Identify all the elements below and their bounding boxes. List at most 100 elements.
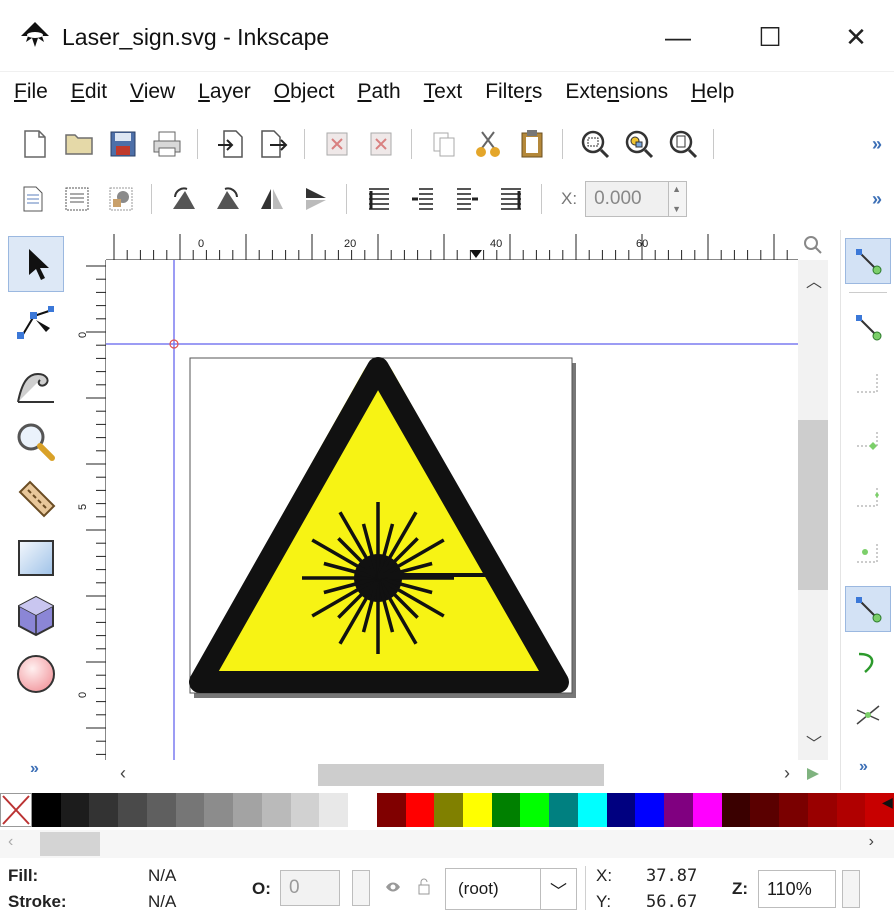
- menu-item[interactable]: View: [130, 80, 175, 104]
- color-swatch[interactable]: [779, 793, 808, 827]
- horizontal-scroll-thumb[interactable]: [318, 764, 604, 786]
- menu-item[interactable]: Object: [274, 80, 335, 104]
- menu-item[interactable]: Text: [424, 80, 463, 104]
- x-coordinate-input[interactable]: 0.000: [585, 181, 670, 217]
- raise-icon[interactable]: [402, 179, 444, 219]
- palette-scroll-thumb[interactable]: [40, 832, 100, 856]
- ellipse-tool-icon[interactable]: [8, 646, 64, 702]
- zoom-corner-icon[interactable]: [802, 234, 824, 256]
- snap-bbox-midpoints-icon[interactable]: [845, 474, 891, 520]
- zoom-page-icon[interactable]: [662, 124, 704, 164]
- selector-tool-icon[interactable]: [8, 236, 64, 292]
- menu-item[interactable]: Help: [691, 80, 734, 104]
- vertical-scroll-thumb[interactable]: [798, 420, 828, 590]
- tweak-tool-icon[interactable]: [8, 358, 64, 414]
- zoom-input[interactable]: 110%: [758, 870, 836, 908]
- rotate-cw-icon[interactable]: [207, 179, 249, 219]
- color-swatch[interactable]: [204, 793, 234, 827]
- color-swatch[interactable]: [89, 793, 119, 827]
- menu-item[interactable]: Filters: [485, 80, 542, 104]
- color-swatch[interactable]: [549, 793, 578, 827]
- rectangle-tool-icon[interactable]: [8, 530, 64, 586]
- menu-item[interactable]: Extensions: [565, 80, 668, 104]
- menu-item[interactable]: Edit: [71, 80, 107, 104]
- color-swatch[interactable]: [261, 793, 291, 827]
- color-swatch[interactable]: [175, 793, 205, 827]
- scroll-right-icon[interactable]: ›: [784, 763, 790, 784]
- vertical-scrollbar[interactable]: ︿ ﹀: [798, 260, 828, 760]
- color-swatch[interactable]: [60, 793, 90, 827]
- color-swatch[interactable]: [32, 793, 61, 827]
- minimize-button[interactable]: —: [648, 12, 708, 62]
- color-swatch[interactable]: [577, 793, 607, 827]
- snap-bbox-centers-icon[interactable]: [845, 530, 891, 576]
- palette-scroll-right-icon[interactable]: ›: [869, 833, 874, 851]
- toolbar-overflow-button[interactable]: »: [872, 189, 882, 210]
- stroke-value[interactable]: N/A: [148, 892, 176, 912]
- snap-path-intersections-icon[interactable]: [845, 692, 891, 738]
- color-swatch[interactable]: [233, 793, 262, 827]
- select-all-layers-icon[interactable]: [56, 179, 98, 219]
- color-swatch[interactable]: [348, 793, 377, 827]
- close-button[interactable]: ✕: [826, 12, 886, 62]
- color-swatch[interactable]: [118, 793, 147, 827]
- cut-icon[interactable]: [467, 124, 509, 164]
- opacity-spinner[interactable]: [352, 870, 370, 906]
- zoom-drawing-icon[interactable]: [618, 124, 660, 164]
- zoom-tool-icon[interactable]: [8, 414, 64, 470]
- color-swatch[interactable]: [750, 793, 780, 827]
- snap-nodes-icon[interactable]: [845, 586, 891, 632]
- color-swatch[interactable]: [376, 793, 406, 827]
- scroll-up-icon[interactable]: ︿: [806, 268, 822, 292]
- snap-bbox-icon[interactable]: [845, 304, 891, 350]
- print-icon[interactable]: [146, 124, 188, 164]
- menu-item[interactable]: File: [14, 80, 48, 104]
- color-swatch[interactable]: [606, 793, 636, 827]
- color-swatch[interactable]: [290, 793, 320, 827]
- copy-icon[interactable]: [423, 124, 465, 164]
- scroll-down-icon[interactable]: ﹀: [806, 730, 822, 754]
- undo-icon[interactable]: [316, 124, 358, 164]
- open-folder-icon[interactable]: [58, 124, 100, 164]
- layer-dropdown[interactable]: (root) ﹀: [445, 868, 577, 910]
- select-all-icon[interactable]: [12, 179, 54, 219]
- color-swatch[interactable]: [520, 793, 550, 827]
- layer-visibility-icon[interactable]: [384, 878, 402, 896]
- color-swatch[interactable]: [836, 793, 866, 827]
- flip-vertical-icon[interactable]: [295, 179, 337, 219]
- import-icon[interactable]: [209, 124, 251, 164]
- color-management-icon[interactable]: [804, 765, 822, 783]
- color-swatch[interactable]: [635, 793, 665, 827]
- 3d-box-tool-icon[interactable]: [8, 588, 64, 644]
- export-icon[interactable]: [253, 124, 295, 164]
- menu-item[interactable]: Path: [357, 80, 400, 104]
- drawing-canvas[interactable]: [106, 260, 798, 760]
- snap-paths-icon[interactable]: [845, 640, 891, 686]
- toolbar-overflow-button[interactable]: »: [872, 134, 882, 155]
- menu-item[interactable]: Layer: [198, 80, 251, 104]
- opacity-input[interactable]: 0: [280, 870, 340, 906]
- save-icon[interactable]: [102, 124, 144, 164]
- flip-horizontal-icon[interactable]: [251, 179, 293, 219]
- color-swatch[interactable]: [807, 793, 837, 827]
- snapbar-overflow-button[interactable]: »: [859, 758, 868, 776]
- zoom-spinner[interactable]: [842, 870, 860, 908]
- palette-menu-icon[interactable]: ◀: [882, 794, 893, 811]
- color-swatch[interactable]: [664, 793, 693, 827]
- maximize-button[interactable]: ☐: [740, 12, 800, 62]
- node-tool-icon[interactable]: [8, 296, 64, 352]
- color-swatch[interactable]: [692, 793, 722, 827]
- zoom-selection-icon[interactable]: [574, 124, 616, 164]
- new-document-icon[interactable]: [14, 124, 56, 164]
- layer-lock-icon[interactable]: [416, 876, 432, 896]
- deselect-icon[interactable]: [100, 179, 142, 219]
- color-swatch[interactable]: [463, 793, 492, 827]
- no-paint-swatch[interactable]: [0, 793, 32, 827]
- color-swatch[interactable]: [319, 793, 349, 827]
- snap-enable-icon[interactable]: [845, 238, 891, 284]
- redo-icon[interactable]: [360, 124, 402, 164]
- rotate-ccw-icon[interactable]: [163, 179, 205, 219]
- snap-bbox-edges-icon[interactable]: [845, 360, 891, 406]
- raise-to-top-icon[interactable]: [358, 179, 400, 219]
- color-swatch[interactable]: [721, 793, 751, 827]
